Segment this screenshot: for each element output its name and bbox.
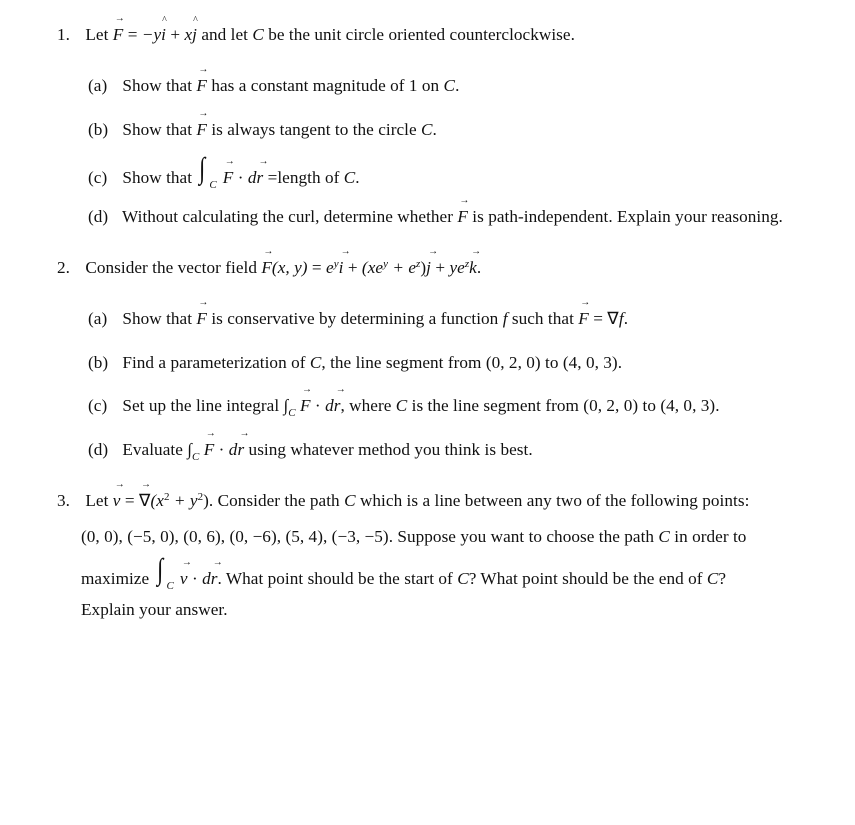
problem-number: 2.: [57, 258, 70, 277]
problem-set-document: 1. Let F = −yi + xj and let C be the uni…: [0, 0, 855, 825]
problem-3-maximize-line: maximize ∫ C v · dr. What point should b…: [81, 553, 726, 593]
integral-sign: ∫ C: [199, 152, 217, 192]
vector-F: F: [261, 247, 273, 278]
point: (0, −6): [229, 527, 277, 546]
point: (0, 0): [81, 527, 119, 546]
problem-1b: (b) Show that F is always tangent to the…: [88, 109, 437, 140]
part-label: (b): [88, 353, 109, 372]
part-label: (d): [88, 207, 109, 226]
problem-3-points-line: (0, 0), (−5, 0), (0, 6), (0, −6), (5, 4)…: [81, 527, 747, 546]
point: (0, 6): [183, 527, 221, 546]
problem-1c: (c) Show that ∫ C F · dr =length of C.: [88, 152, 360, 192]
unit-vector-j: j: [192, 16, 198, 45]
gradient-operator: ∇: [139, 480, 151, 511]
problem-2b: (b) Find a parameterization of C, the li…: [88, 353, 623, 372]
part-label: (a): [88, 76, 108, 95]
problem-3-explain-line: Explain your answer.: [81, 600, 228, 619]
problem-number: 1.: [57, 25, 70, 44]
vector-v: v: [113, 480, 125, 511]
problem-1d: (d) Without calculating the curl, determ…: [88, 196, 783, 227]
part-label: (c): [88, 396, 108, 415]
problem-1-statement: 1. Let F = −yi + xj and let C be the uni…: [57, 14, 575, 45]
problem-2c: (c) Set up the line integral ∫C F · dr, …: [88, 385, 720, 419]
problem-2d: (d) Evaluate ∫C F · dr using whatever me…: [88, 429, 533, 463]
point: (−5, 0): [127, 527, 175, 546]
problem-1a: (a) Show that F has a constant magnitude…: [88, 65, 459, 96]
part-label: (b): [88, 120, 109, 139]
problem-3-statement: 3. Let v = ∇(x2 + y2). Consider the path…: [57, 480, 749, 511]
problem-2-statement: 2. Consider the vector field F(x, y) = e…: [57, 247, 481, 278]
point: (−3, −5): [331, 527, 389, 546]
problem-2a: (a) Show that F is conservative by deter…: [88, 298, 628, 329]
vector-F: F: [113, 14, 125, 45]
integral-sign: ∫ C: [156, 553, 174, 593]
part-label: (c): [88, 168, 108, 187]
part-label: (d): [88, 440, 109, 459]
unit-vector-i: i: [161, 16, 167, 45]
point: (5, 4): [285, 527, 323, 546]
problem-number: 3.: [57, 491, 70, 510]
part-label: (a): [88, 309, 108, 328]
